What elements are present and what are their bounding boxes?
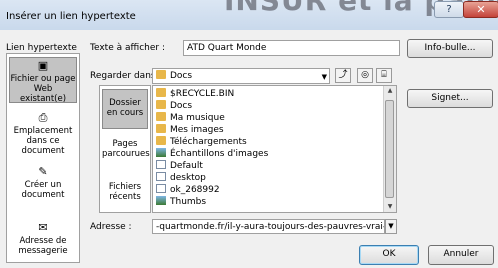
address-field[interactable]: -quartmonde.fr/il-y-aura-toujours-des-pa… <box>152 219 385 234</box>
scroll-up-icon[interactable]: ▲ <box>384 86 396 96</box>
up-folder-button[interactable]: ⤴ <box>335 68 351 83</box>
link-type-sidebar: ▣ Fichier ou page Web existant(e) ⎙ Empl… <box>6 53 80 263</box>
file-icon <box>156 160 166 169</box>
folder-icon <box>156 112 166 121</box>
web-page-icon: ▣ <box>37 59 49 72</box>
email-icon: ✉ <box>38 221 48 234</box>
chevron-down-icon: ▼ <box>321 73 327 81</box>
title-bar[interactable]: INSUR et la pauv Insérer un lien hyperte… <box>0 0 498 30</box>
file-icon <box>156 184 166 193</box>
globe-search-icon: ◎ <box>361 70 369 80</box>
list-item[interactable]: $RECYCLE.BIN <box>156 88 234 100</box>
browse-file-button[interactable]: ⌸ <box>376 68 392 83</box>
display-text-label: Texte à afficher : <box>90 43 165 53</box>
folder-icon <box>156 88 166 97</box>
ok-button[interactable]: OK <box>359 245 419 265</box>
list-item[interactable]: Docs <box>156 100 192 112</box>
nav-recent-files[interactable]: Fichiers récents <box>102 182 148 206</box>
list-item[interactable]: Ma musique <box>156 112 225 124</box>
nav-current-folder[interactable]: Dossier en cours <box>102 89 148 129</box>
screentip-button[interactable]: Info-bulle... <box>407 39 493 58</box>
dialog-title: Insérer un lien hypertexte <box>6 11 136 22</box>
folder-icon <box>156 70 166 79</box>
file-list-scrollbar[interactable]: ▲ ▼ <box>383 86 396 212</box>
shortcut-icon <box>156 148 166 157</box>
file-list[interactable]: $RECYCLE.BIN Docs Ma musique Mes images … <box>152 85 397 213</box>
list-item[interactable]: Échantillons d'images <box>156 148 268 160</box>
browse-source-panel: Dossier en cours Pages parcourues Fichie… <box>99 85 151 213</box>
nav-place-in-document[interactable]: ⎙ Emplacement dans ce document <box>9 112 77 158</box>
list-item[interactable]: Mes images <box>156 124 224 136</box>
close-button[interactable]: ✕ <box>463 1 498 18</box>
display-text-field[interactable]: ATD Quart Monde <box>183 40 400 56</box>
list-item[interactable]: Thumbs <box>156 196 206 208</box>
nav-browsed-pages[interactable]: Pages parcourues <box>102 139 150 163</box>
address-dropdown-button[interactable]: ▼ <box>385 219 397 234</box>
open-folder-icon: ⌸ <box>381 70 387 80</box>
list-item[interactable]: Téléchargements <box>156 136 247 148</box>
new-document-icon: ✎ <box>38 165 48 178</box>
address-label: Adresse : <box>90 222 132 232</box>
nav-create-new-document[interactable]: ✎ Créer un document <box>9 166 77 206</box>
folder-icon <box>156 124 166 133</box>
document-place-icon: ⎙ <box>38 111 48 124</box>
look-in-label: Regarder dans : <box>90 71 162 81</box>
help-button[interactable]: ? <box>434 1 464 18</box>
list-item[interactable]: Default <box>156 160 203 172</box>
look-in-dropdown[interactable]: Docs ▼ <box>152 68 330 84</box>
folder-icon <box>156 136 166 145</box>
up-folder-icon: ⤴ <box>338 70 348 80</box>
link-to-label: Lien hypertexte <box>6 43 77 53</box>
bookmark-button[interactable]: Signet... <box>407 89 493 108</box>
scroll-thumb[interactable] <box>385 100 394 198</box>
scroll-down-icon[interactable]: ▼ <box>384 202 396 212</box>
list-item[interactable]: ok_268992 <box>156 184 220 196</box>
browse-web-button[interactable]: ◎ <box>357 68 373 83</box>
list-item[interactable]: desktop <box>156 172 206 184</box>
chevron-down-icon: ▼ <box>388 222 394 230</box>
cancel-button[interactable]: Annuler <box>428 245 494 265</box>
nav-email-address[interactable]: ✉ Adresse de messagerie <box>9 222 77 258</box>
settings-file-icon <box>156 172 166 181</box>
nav-existing-file-or-web-page[interactable]: ▣ Fichier ou page Web existant(e) <box>9 57 77 104</box>
image-file-icon <box>156 196 166 205</box>
folder-icon <box>156 100 166 109</box>
